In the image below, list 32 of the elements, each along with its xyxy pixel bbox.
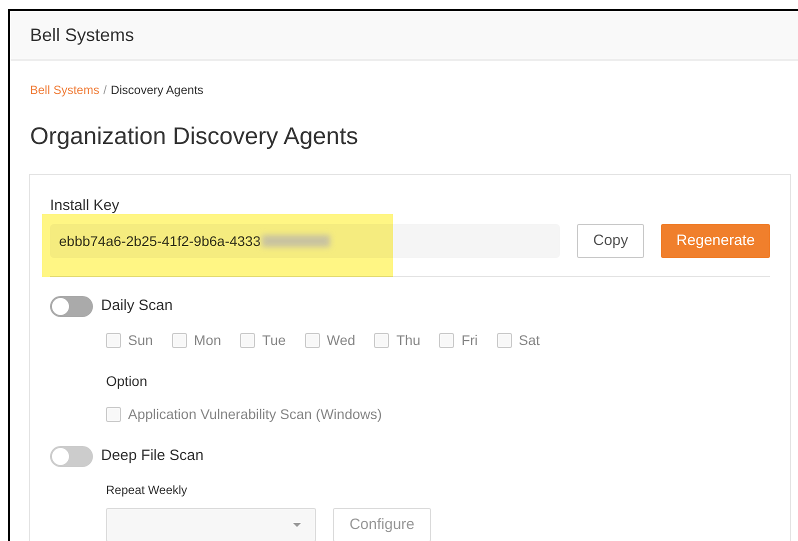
- breadcrumb-link[interactable]: Bell Systems: [30, 83, 100, 97]
- day-label: Mon: [194, 330, 222, 350]
- checkbox[interactable]: [374, 332, 390, 348]
- option-heading: Option: [106, 372, 148, 389]
- dropdown-field[interactable]: [106, 508, 316, 541]
- caret-icon: [293, 523, 301, 528]
- key-value: ebbb74a6-2b25-41f2-9b6a-4333: [59, 232, 261, 251]
- app-title: Bell Systems: [30, 24, 134, 47]
- repeat-label: Repeat Weekly: [106, 483, 188, 498]
- regenerate-button[interactable]: Regenerate: [661, 224, 770, 258]
- day-label: Sun: [128, 330, 153, 350]
- breadcrumb-separator: /: [103, 83, 107, 97]
- option-label: Application Vulnerability Scan (Windows): [128, 404, 382, 424]
- day-label: Wed: [326, 330, 356, 350]
- field-label: Install Key: [50, 196, 120, 216]
- checkbox[interactable]: [172, 332, 187, 348]
- checkbox[interactable]: [304, 332, 320, 348]
- day-label: Tue: [262, 330, 286, 350]
- copy-button[interactable]: Copy: [577, 224, 644, 258]
- checkbox[interactable]: [439, 332, 454, 348]
- toggle-switch[interactable]: [50, 296, 93, 318]
- checkbox[interactable]: [106, 406, 121, 422]
- toggle-label: Daily Scan: [101, 296, 173, 316]
- day-label: Fri: [461, 330, 478, 350]
- checkbox[interactable]: [106, 332, 121, 348]
- day-label: Sat: [518, 330, 540, 350]
- checkbox[interactable]: [240, 332, 256, 348]
- page-title: Organization Discovery Agents: [30, 123, 360, 152]
- checkbox[interactable]: [496, 332, 512, 348]
- day-label: Thu: [396, 330, 420, 350]
- toggle-label: Deep File Scan: [101, 446, 204, 466]
- breadcrumb-current: Discovery Agents: [110, 83, 204, 97]
